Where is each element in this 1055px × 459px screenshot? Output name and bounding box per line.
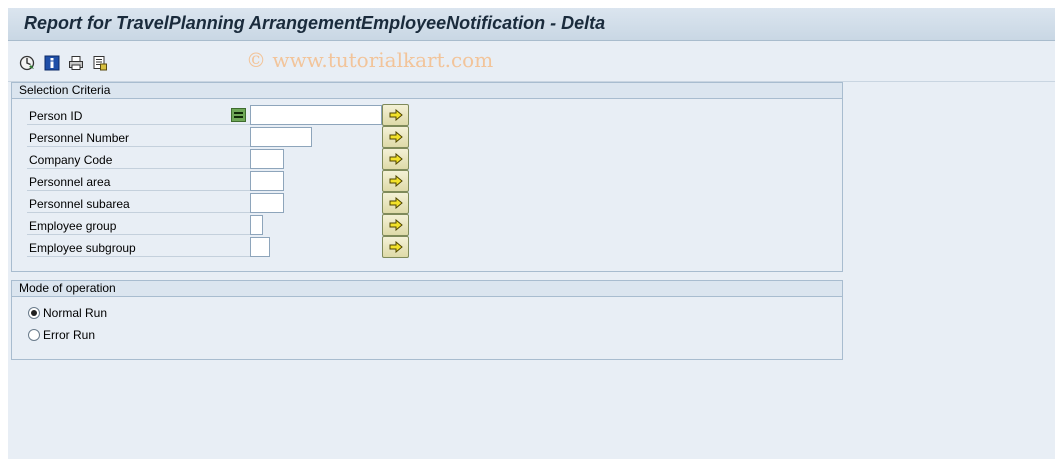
arrow-right-icon — [389, 197, 403, 209]
personnel-subarea-multiple-selection-button[interactable] — [382, 192, 409, 214]
personnel-area-multiple-selection-button[interactable] — [382, 170, 409, 192]
personnel-number-input[interactable] — [250, 127, 312, 147]
application-toolbar — [8, 42, 1055, 82]
person-id-label: Person ID — [27, 107, 253, 125]
execute-button[interactable] — [18, 54, 36, 72]
employee-subgroup-label: Employee subgroup — [27, 239, 253, 257]
arrow-right-icon — [389, 241, 403, 253]
info-icon — [44, 55, 60, 71]
mode-of-operation-header: Mode of operation — [12, 281, 842, 297]
print-icon — [69, 56, 83, 70]
company-code-row: Company Code — [12, 148, 844, 171]
personnel-area-label: Personnel area — [27, 173, 253, 191]
personnel-area-input[interactable] — [250, 171, 284, 191]
personnel-number-multiple-selection-button[interactable] — [382, 126, 409, 148]
company-code-label: Company Code — [27, 151, 253, 169]
personnel-subarea-label: Personnel subarea — [27, 195, 253, 213]
arrow-right-icon — [389, 109, 403, 121]
employee-group-row: Employee group — [12, 214, 844, 237]
execute-icon — [19, 55, 35, 71]
employee-group-label: Employee group — [27, 217, 253, 235]
error-run-option[interactable]: Error Run — [28, 326, 95, 344]
arrow-right-icon — [389, 153, 403, 165]
person-id-input[interactable] — [250, 105, 382, 125]
selection-criteria-header: Selection Criteria — [12, 83, 842, 99]
employee-subgroup-row: Employee subgroup — [12, 236, 844, 259]
employee-group-input[interactable] — [250, 215, 263, 235]
normal-run-radio[interactable] — [28, 307, 40, 319]
personnel-area-row: Personnel area — [12, 170, 844, 193]
watermark: © www.tutorialkart.com — [246, 48, 494, 72]
company-code-input[interactable] — [250, 149, 284, 169]
info-button[interactable] — [43, 54, 61, 72]
equal-option-icon[interactable] — [231, 108, 246, 122]
employee-group-multiple-selection-button[interactable] — [382, 214, 409, 236]
company-code-multiple-selection-button[interactable] — [382, 148, 409, 170]
personnel-subarea-input[interactable] — [250, 193, 284, 213]
title-bar: Report for TravelPlanning ArrangementEmp… — [8, 8, 1055, 41]
personnel-number-row: Personnel Number — [12, 126, 844, 149]
page-title: Report for TravelPlanning ArrangementEmp… — [24, 13, 606, 33]
mode-of-operation-group: Mode of operation Normal Run Error Run — [11, 280, 843, 360]
arrow-right-icon — [389, 219, 403, 231]
normal-run-label: Normal Run — [43, 306, 108, 320]
sap-window: Report for TravelPlanning ArrangementEmp… — [8, 8, 1055, 459]
get-variant-button[interactable] — [91, 54, 109, 72]
personnel-subarea-row: Personnel subarea — [12, 192, 844, 215]
person-id-row: Person ID — [12, 104, 844, 127]
arrow-right-icon — [389, 131, 403, 143]
employee-subgroup-input[interactable] — [250, 237, 270, 257]
print-button[interactable] — [67, 54, 85, 72]
selection-criteria-group: Selection Criteria Person ID Personnel N… — [11, 82, 843, 272]
error-run-label: Error Run — [43, 328, 96, 342]
normal-run-option[interactable]: Normal Run — [28, 304, 107, 322]
person-id-multiple-selection-button[interactable] — [382, 104, 409, 126]
arrow-right-icon — [389, 175, 403, 187]
personnel-number-label: Personnel Number — [27, 129, 253, 147]
variant-icon — [93, 56, 107, 71]
employee-subgroup-multiple-selection-button[interactable] — [382, 236, 409, 258]
error-run-radio[interactable] — [28, 329, 40, 341]
